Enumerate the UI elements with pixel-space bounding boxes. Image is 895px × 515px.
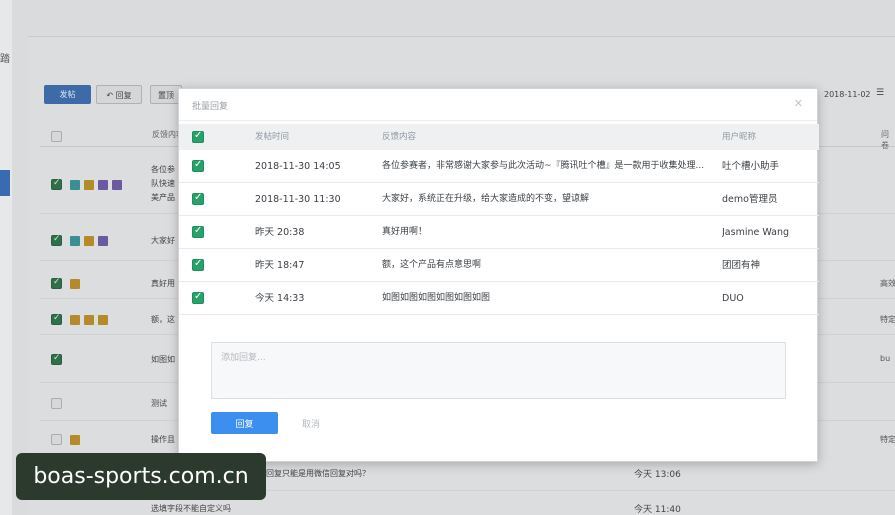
row-content: 如图如图如图如图如图如图: [382, 293, 491, 303]
table-row: 今天 14:33 如图如图如图如图如图如图 DUO: [179, 282, 819, 315]
background-row-checkbox: [51, 234, 62, 246]
background-row-text: 美产品: [151, 193, 175, 202]
row-checkbox[interactable]: [192, 291, 204, 304]
grid-header-row: 发帖时间 反馈内容 用户昵称: [179, 124, 819, 150]
table-row: 昨天 18:47 额，这个产品有点意思啊 团团有神: [179, 249, 819, 282]
table-row: 2018-11-30 11:30 大家好，系统正在升级，给大家造成的不变，望谅解…: [179, 183, 819, 216]
row-user: DUO: [722, 293, 744, 304]
background-row-text: 如图如: [151, 355, 175, 364]
background-row-checkbox: [51, 178, 62, 190]
row-content: 真好用啊！: [382, 227, 428, 237]
tag-badge-icon: [98, 315, 108, 325]
row-time: 今天 14:33: [255, 293, 305, 304]
row-content: 各位参赛者，非常感谢大家参与此次活动~『腾讯吐个槽』是一款用于收集处理...: [382, 161, 705, 171]
dialog-title: 批量回复: [192, 102, 229, 112]
row-user: demo管理员: [722, 194, 778, 205]
tag-badge-icon: [84, 236, 94, 246]
background-row-right: 特定: [880, 435, 895, 444]
row-time: 昨天 20:38: [255, 227, 305, 238]
background-row-time: 今天 11:40: [634, 505, 681, 515]
background-row-right: 高效: [880, 279, 895, 288]
row-user: 团团有神: [722, 260, 761, 271]
background-row-text: 大家好: [151, 236, 175, 245]
row-time: 2018-11-30 11:30: [255, 194, 341, 205]
tag-badge-icon: [112, 180, 122, 190]
background-row-checkbox: [51, 313, 62, 325]
background-row-checkbox: [51, 434, 62, 445]
background-row-text: 操作且: [151, 435, 175, 444]
background-row-text: 各位参: [151, 165, 175, 174]
row-checkbox[interactable]: [192, 159, 204, 172]
background-row-text: 真好用: [151, 279, 175, 288]
close-icon[interactable]: ✕: [794, 97, 803, 110]
tag-badge-icon: [98, 180, 108, 190]
tag-badge-icon: [70, 279, 80, 289]
select-all-checkbox[interactable]: [192, 130, 204, 143]
reply-toolbar-button: ↶ 回复: [96, 85, 142, 104]
calendar-icon: ☰: [876, 88, 885, 98]
background-row-checkbox: [51, 353, 62, 365]
row-checkbox[interactable]: [192, 192, 204, 205]
column-header-time: 发帖时间: [255, 132, 290, 142]
tag-badge-icon: [98, 236, 108, 246]
table-row: 昨天 20:38 真好用啊！ Jasmine Wang: [179, 216, 819, 249]
row-user: 吐个槽小助手: [722, 161, 780, 172]
date-filter: 2018-11-02: [824, 90, 871, 99]
column-header-user: 用户昵称: [722, 132, 757, 142]
row-user: Jasmine Wang: [722, 227, 790, 238]
background-select-all-checkbox: [51, 131, 62, 142]
cancel-button[interactable]: 取消: [291, 412, 331, 434]
background-row-text: 的回复只能是用微信回复对吗？: [258, 469, 370, 478]
reply-toolbar-label: 回复: [115, 91, 132, 100]
background-row-text: 额，这: [151, 315, 175, 324]
reply-input[interactable]: [211, 342, 786, 399]
background-column-right: 问卷: [881, 130, 889, 150]
watermark: boas-sports.com.cn: [16, 453, 266, 500]
background-row-right: bu: [880, 354, 891, 363]
column-header-content: 反馈内容: [382, 132, 417, 142]
dialog-header: 批量回复 ✕: [179, 89, 817, 121]
table-row: 2018-11-30 14:05 各位参赛者，非常感谢大家参与此次活动~『腾讯吐…: [179, 150, 819, 183]
reply-arrow-icon: ↶: [106, 91, 116, 100]
row-checkbox[interactable]: [192, 225, 204, 238]
row-checkbox[interactable]: [192, 258, 204, 271]
batch-reply-dialog: 批量回复 ✕ 发帖时间 反馈内容 用户昵称 2018-11-30 14:05 各…: [178, 88, 819, 462]
row-time: 2018-11-30 14:05: [255, 161, 341, 172]
sidebar-label: 踏: [0, 54, 10, 65]
tag-badge-icon: [70, 435, 80, 445]
background-row-time: 今天 13:06: [634, 470, 681, 480]
sidebar-active-indicator: [0, 170, 10, 196]
tag-badge-icon: [84, 315, 94, 325]
background-row-checkbox: [51, 277, 62, 289]
post-button: 发帖: [44, 85, 91, 104]
reply-button[interactable]: 回复: [211, 412, 278, 434]
tag-badge-icon: [70, 315, 80, 325]
background-row-right: 特定: [880, 315, 895, 324]
row-content: 额，这个产品有点意思啊: [382, 260, 482, 270]
sidebar: [0, 0, 12, 515]
background-row-text: 队快速: [151, 179, 175, 188]
background-row-checkbox: [51, 398, 62, 409]
row-time: 昨天 18:47: [255, 260, 305, 271]
tag-badge-icon: [84, 180, 94, 190]
tag-badge-icon: [70, 236, 80, 246]
row-content: 大家好，系统正在升级，给大家造成的不变，望谅解: [382, 194, 590, 204]
background-row-text: 选填字段不能自定义吗: [151, 504, 231, 513]
tag-badge-icon: [70, 180, 80, 190]
background-row-text: 测试: [151, 399, 167, 408]
